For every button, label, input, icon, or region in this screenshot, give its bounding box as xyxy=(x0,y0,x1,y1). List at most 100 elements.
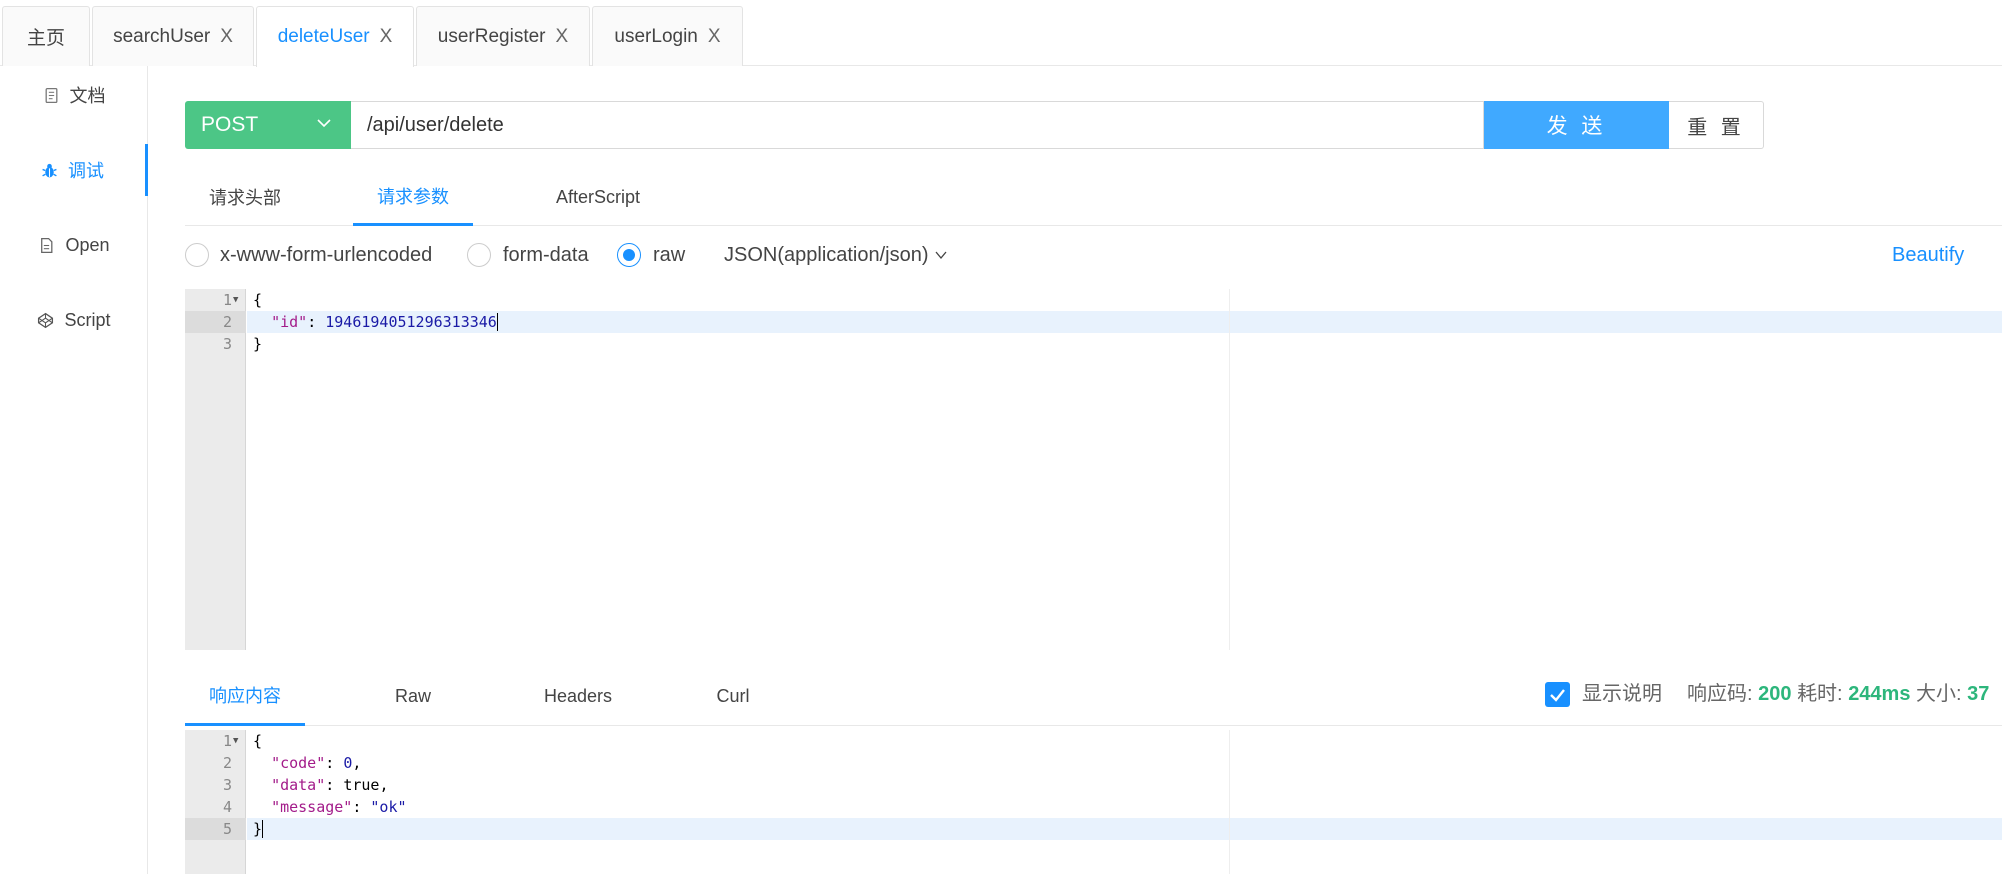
tab-request-headers[interactable]: 请求头部 xyxy=(185,168,305,226)
send-label: 发 送 xyxy=(1546,115,1607,138)
sidebar-item-open[interactable]: Open xyxy=(0,219,148,271)
chevron-down-icon xyxy=(317,119,331,128)
json-key: "data" xyxy=(271,776,326,794)
code-line: { xyxy=(247,730,262,752)
brace: } xyxy=(253,820,263,838)
status-code-value: 200 xyxy=(1758,683,1792,705)
json-key: "message" xyxy=(271,798,353,816)
brace: { xyxy=(253,732,263,750)
sidebar-item-debug[interactable]: 调试 xyxy=(0,144,148,196)
tab-request-params[interactable]: 请求参数 xyxy=(353,168,473,226)
radio-form-data[interactable] xyxy=(467,243,491,267)
line-number: 4 xyxy=(222,798,232,816)
brace: } xyxy=(253,335,263,353)
line-number: 1 xyxy=(222,732,232,750)
line-number: 3 xyxy=(222,776,232,794)
tab-label: Curl xyxy=(716,685,750,706)
sidebar-item-script[interactable]: Script xyxy=(0,294,148,346)
json-value: "ok" xyxy=(370,798,407,816)
brace: { xyxy=(253,291,263,309)
print-margin xyxy=(1229,730,1230,874)
print-margin xyxy=(1229,289,1230,650)
tab-label: userLogin xyxy=(614,25,698,47)
close-icon[interactable]: X xyxy=(556,26,569,48)
json-value: 0 xyxy=(343,754,353,772)
size-value: 37 xyxy=(1967,683,1990,705)
json-key: "id" xyxy=(271,313,308,331)
content-type-value: JSON(application/json) xyxy=(724,244,929,266)
tab-label: userRegister xyxy=(437,25,546,47)
json-value: true xyxy=(343,776,380,794)
close-icon[interactable]: X xyxy=(708,26,721,48)
json-key: "code" xyxy=(271,754,326,772)
bug-icon xyxy=(42,163,57,177)
tab-label: deleteUser xyxy=(277,26,370,47)
radio-urlencoded[interactable] xyxy=(185,243,209,267)
tab-deleteuser[interactable]: deleteUser X xyxy=(256,6,414,67)
code-line: "code": 0, xyxy=(271,754,362,772)
text-cursor xyxy=(262,820,264,838)
file-icon xyxy=(41,237,53,253)
chevron-down-icon xyxy=(935,251,947,260)
tab-label: Raw xyxy=(394,685,431,706)
show-description-checkbox[interactable] xyxy=(1545,682,1570,707)
text-cursor xyxy=(496,313,498,331)
fold-arrow-icon[interactable]: ▼ xyxy=(233,289,238,311)
tab-home[interactable]: 主页 xyxy=(2,6,90,66)
tab-userlogin[interactable]: userLogin X xyxy=(592,6,743,66)
size-label: 大小: xyxy=(1916,683,1962,705)
codepen-icon xyxy=(38,312,54,328)
active-line-highlight xyxy=(247,311,2002,333)
line-number: 2 xyxy=(222,313,232,331)
code-line: "message": "ok" xyxy=(271,798,407,816)
sidebar-item-docs[interactable]: 文档 xyxy=(0,69,148,121)
line-number: 5 xyxy=(222,820,232,838)
tab-curl[interactable]: Curl xyxy=(663,666,803,726)
tab-label: 请求头部 xyxy=(209,188,281,208)
beautify-link[interactable]: Beautify xyxy=(1892,243,1964,267)
method-value: POST xyxy=(201,113,259,136)
show-description-label: 显示说明 xyxy=(1582,683,1662,705)
time-label: 耗时: xyxy=(1797,683,1843,705)
top-tab-bar: 主页 searchUser X deleteUser X userRegiste… xyxy=(0,0,2002,67)
close-icon[interactable]: X xyxy=(380,26,393,48)
param-tabs: 请求头部 请求参数 AfterScript xyxy=(185,168,2002,226)
tab-label: searchUser xyxy=(113,25,211,47)
url-input[interactable]: /api/user/delete xyxy=(351,101,1484,149)
tab-label: 主页 xyxy=(26,28,65,49)
fold-arrow-icon[interactable]: ▼ xyxy=(233,730,238,752)
json-value: 1946194051296313346 xyxy=(325,313,497,331)
url-value: /api/user/delete xyxy=(367,113,504,136)
tab-userregister[interactable]: userRegister X xyxy=(416,6,590,66)
sidebar-item-label: Script xyxy=(64,309,111,330)
code-line: "id": 1946194051296313346 xyxy=(271,313,498,331)
sidebar-item-label: 调试 xyxy=(68,161,104,181)
request-body-editor[interactable]: 1 ▼ 2 3 { "id": 1946194051296313346 } xyxy=(185,289,2002,650)
response-status: 响应码: 200 耗时: 244ms 大小: 37 xyxy=(1687,682,1989,707)
code-line: { xyxy=(247,289,262,311)
content-type-select[interactable]: JSON(application/json) xyxy=(724,243,948,267)
checkmark-icon xyxy=(1550,689,1565,702)
tab-response-content[interactable]: 响应内容 xyxy=(185,666,305,726)
tab-label: 请求参数 xyxy=(377,186,449,207)
sidebar: 文档 调试 Open Script xyxy=(0,66,148,874)
reset-label: 重 置 xyxy=(1687,116,1745,139)
code-line: "data": true, xyxy=(271,776,389,794)
sidebar-item-label: 文档 xyxy=(69,86,106,106)
radio-raw[interactable] xyxy=(617,243,641,267)
response-body-editor[interactable]: 1 ▼ 2 3 4 5 { "code": 0, "data": true, "… xyxy=(185,730,2002,874)
tab-label: Headers xyxy=(543,685,613,706)
tab-label: AfterScript xyxy=(555,186,641,207)
send-button[interactable]: 发 送 xyxy=(1484,101,1669,149)
tab-afterscript[interactable]: AfterScript xyxy=(521,168,675,226)
method-select[interactable]: POST xyxy=(185,101,351,149)
tab-headers[interactable]: Headers xyxy=(493,666,663,726)
tab-searchuser[interactable]: searchUser X xyxy=(92,6,254,66)
code-line: } xyxy=(247,818,264,840)
radio-label: form-data xyxy=(503,244,589,266)
tab-label: 响应内容 xyxy=(209,685,281,706)
close-icon[interactable]: X xyxy=(220,26,233,48)
reset-button[interactable]: 重 置 xyxy=(1669,101,1764,149)
tab-raw[interactable]: Raw xyxy=(353,666,473,726)
active-line-highlight xyxy=(247,818,2002,840)
